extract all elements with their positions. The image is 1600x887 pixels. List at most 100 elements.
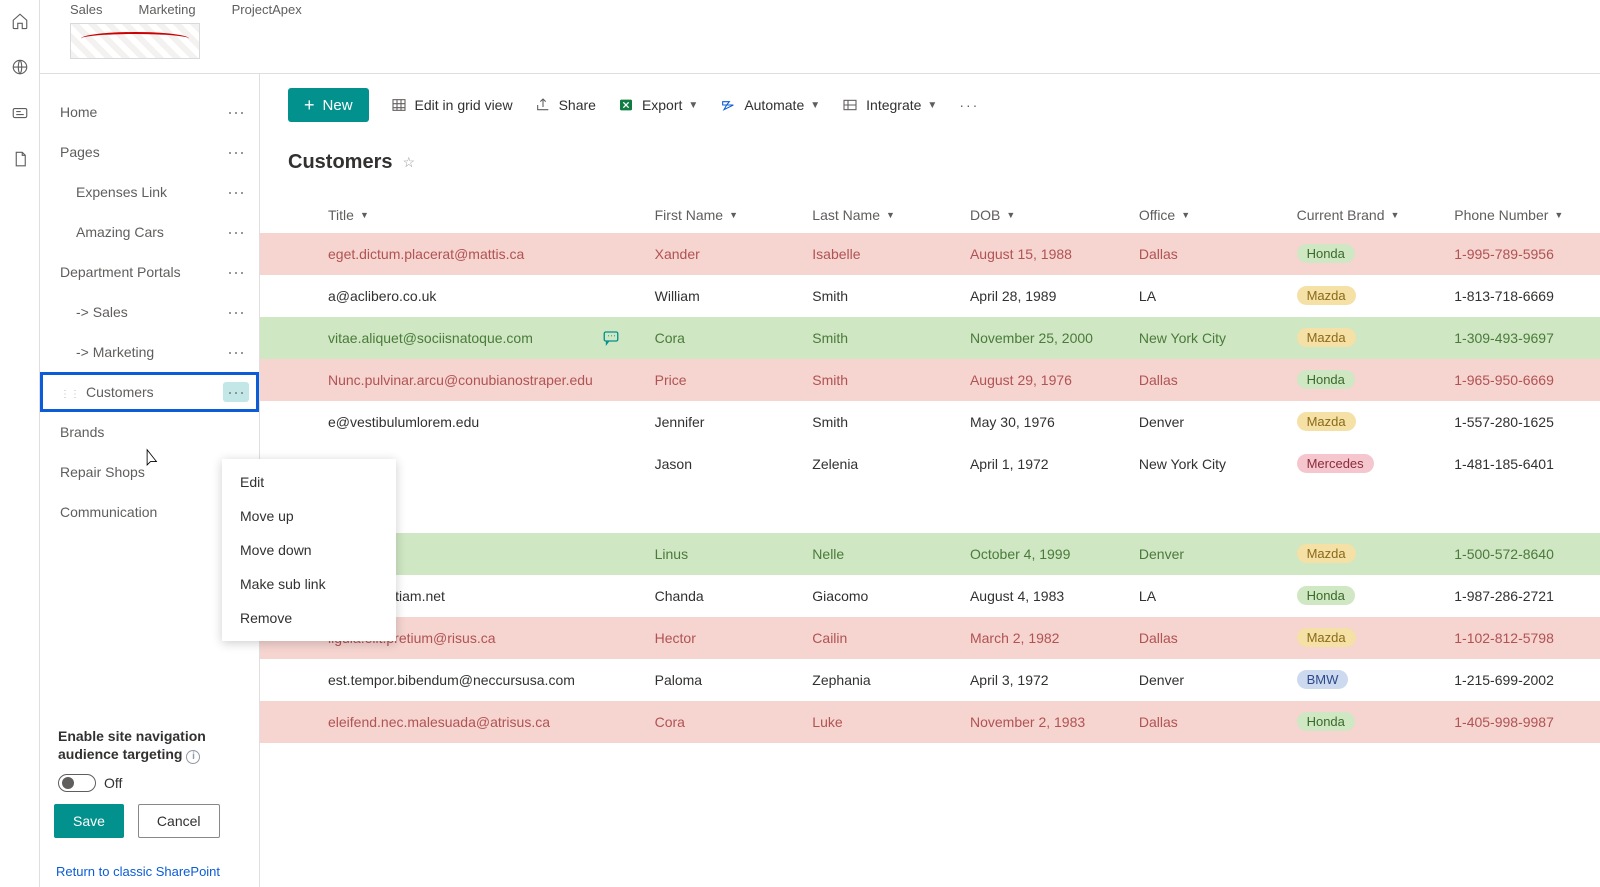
news-icon[interactable] — [11, 104, 29, 122]
cell-brand: Mazda — [1285, 401, 1443, 443]
nav-item-menu-button[interactable]: ··· — [223, 342, 249, 362]
nav-item-menu-button[interactable]: ··· — [223, 382, 249, 402]
chevron-down-icon: ▼ — [1181, 210, 1190, 220]
nav-item[interactable]: Amazing Cars··· — [40, 212, 259, 252]
nav-item[interactable]: -> Marketing··· — [40, 332, 259, 372]
brand-pill: BMW — [1297, 670, 1349, 689]
cell-phone: 1-987-286-2721 — [1442, 575, 1600, 617]
context-menu-item[interactable]: Make sub link — [222, 567, 396, 601]
nav-item[interactable]: Pages··· — [40, 132, 259, 172]
nav-item-menu-button[interactable]: ··· — [223, 262, 249, 282]
hub-link[interactable]: ProjectApex — [232, 2, 302, 17]
automate-button[interactable]: Automate▼ — [720, 97, 820, 113]
chevron-down-icon: ▼ — [1006, 210, 1015, 220]
context-menu-item[interactable]: Remove — [222, 601, 396, 635]
table-row[interactable]: @in.eduLinusNelleOctober 4, 1999DenverMa… — [260, 533, 1600, 575]
table-row[interactable]: ligula.elit.pretium@risus.caHectorCailin… — [260, 617, 1600, 659]
cell-brand: Mazda — [1285, 533, 1443, 575]
cell-office: Denver — [1127, 659, 1285, 701]
column-header[interactable]: First Name▼ — [655, 207, 738, 223]
cell-dob: April 3, 1972 — [958, 659, 1127, 701]
table-row[interactable]: eleifend.nec.malesuada@atrisus.caCoraLuk… — [260, 701, 1600, 743]
column-header[interactable]: DOB▼ — [970, 207, 1015, 223]
cell-office: Denver — [1127, 533, 1285, 575]
cell-office: Dallas — [1127, 701, 1285, 743]
table-row[interactable]: est.tempor.bibendum@neccursusa.comPaloma… — [260, 659, 1600, 701]
cell-office: Dallas — [1127, 617, 1285, 659]
nav-item-label: Department Portals — [60, 264, 181, 280]
cell-brand: Honda — [1285, 233, 1443, 275]
cell-first-name: Linus — [643, 533, 801, 575]
nav-item-label: Repair Shops — [60, 464, 145, 480]
new-button[interactable]: +New — [288, 88, 369, 122]
nav-item[interactable]: Home··· — [40, 92, 259, 132]
table-row[interactable]: Nullam@Etiam.netChandaGiacomoAugust 4, 1… — [260, 575, 1600, 617]
hub-nav: Sales Marketing ProjectApex — [40, 0, 1600, 23]
cell-first-name: Cora — [643, 701, 801, 743]
nav-item-menu-button[interactable]: ··· — [223, 142, 249, 162]
table-row[interactable]: eget.dictum.placerat@mattis.caXanderIsab… — [260, 233, 1600, 275]
table-row[interactable]: Nunc.pulvinar.arcu@conubianostraper.eduP… — [260, 359, 1600, 401]
favorite-star-icon[interactable]: ☆ — [402, 154, 415, 171]
site-logo[interactable] — [70, 23, 200, 59]
nav-item[interactable]: ⋮⋮Customers ··· — [40, 372, 259, 412]
column-header[interactable]: Phone Number▼ — [1454, 207, 1563, 223]
home-icon[interactable] — [11, 12, 29, 30]
nav-item-menu-button[interactable]: ··· — [223, 182, 249, 202]
cell-first-name: Chanda — [643, 575, 801, 617]
context-menu-item[interactable]: Edit — [222, 465, 396, 499]
nav-item-menu-button[interactable]: ··· — [223, 222, 249, 242]
customers-table: Title▼ First Name▼ Last Name▼ DOB▼ Office▼ Cu… — [260, 190, 1600, 743]
share-button[interactable]: Share — [535, 97, 596, 113]
nav-item[interactable]: Expenses Link··· — [40, 172, 259, 212]
hub-link[interactable]: Marketing — [139, 2, 196, 17]
column-header[interactable]: Current Brand▼ — [1297, 207, 1400, 223]
nav-item-menu-button[interactable]: ··· — [223, 302, 249, 322]
overflow-button[interactable]: ··· — [959, 97, 979, 113]
audience-toggle[interactable] — [58, 774, 96, 792]
column-header[interactable]: Last Name▼ — [812, 207, 895, 223]
cell-last-name: Smith — [800, 401, 958, 443]
cell-phone: 1-102-812-5798 — [1442, 617, 1600, 659]
table-row[interactable]: a@aclibero.co.ukWilliamSmithApril 28, 19… — [260, 275, 1600, 317]
nav-item-label: ⋮⋮Customers — [60, 384, 154, 400]
edit-grid-button[interactable]: Edit in grid view — [391, 97, 513, 113]
integrate-button[interactable]: Integrate▼ — [842, 97, 937, 113]
nav-item[interactable]: Department Portals ··· — [40, 252, 259, 292]
info-icon[interactable]: i — [186, 750, 200, 764]
cell-office: New York City — [1127, 317, 1285, 359]
column-header[interactable]: Office▼ — [1139, 207, 1190, 223]
cell-dob: April 28, 1989 — [958, 275, 1127, 317]
cell-office: New York City — [1127, 443, 1285, 485]
nav-item[interactable]: -> Sales··· — [40, 292, 259, 332]
cell-first-name: Price — [643, 359, 801, 401]
table-row[interactable] — [260, 485, 1600, 533]
file-icon[interactable] — [11, 150, 29, 168]
return-classic-link[interactable]: Return to classic SharePoint — [40, 856, 259, 887]
save-button[interactable]: Save — [54, 804, 124, 838]
comment-icon[interactable] — [601, 329, 621, 347]
table-row[interactable]: vitae.aliquet@sociisnatoque.comCoraSmith… — [260, 317, 1600, 359]
cell-first-name: Cora — [643, 317, 801, 359]
cell-office: Dallas — [1127, 233, 1285, 275]
table-row[interactable]: on.comJasonZeleniaApril 1, 1972New York … — [260, 443, 1600, 485]
list-title: Customers — [288, 151, 392, 174]
nav-item[interactable]: Brands — [40, 412, 259, 452]
context-menu-item[interactable]: Move up — [222, 499, 396, 533]
nav-item-context-menu: EditMove upMove downMake sub linkRemove — [222, 459, 396, 641]
nav-item-label: Brands — [60, 424, 104, 440]
table-row[interactable]: e@vestibulumlorem.eduJenniferSmithMay 30… — [260, 401, 1600, 443]
toggle-state: Off — [104, 775, 122, 791]
export-button[interactable]: Export▼ — [618, 97, 698, 113]
cell-last-name: Smith — [800, 275, 958, 317]
brand-pill: Mercedes — [1297, 454, 1374, 473]
cancel-button[interactable]: Cancel — [138, 804, 220, 838]
nav-item-menu-button[interactable]: ··· — [223, 102, 249, 122]
drag-handle-icon[interactable]: ⋮⋮ — [60, 389, 80, 400]
cell-phone: 1-813-718-6669 — [1442, 275, 1600, 317]
context-menu-item[interactable]: Move down — [222, 533, 396, 567]
column-header[interactable]: Title▼ — [328, 207, 369, 223]
cell-phone: 1-215-699-2002 — [1442, 659, 1600, 701]
globe-icon[interactable] — [11, 58, 29, 76]
hub-link[interactable]: Sales — [70, 2, 103, 17]
